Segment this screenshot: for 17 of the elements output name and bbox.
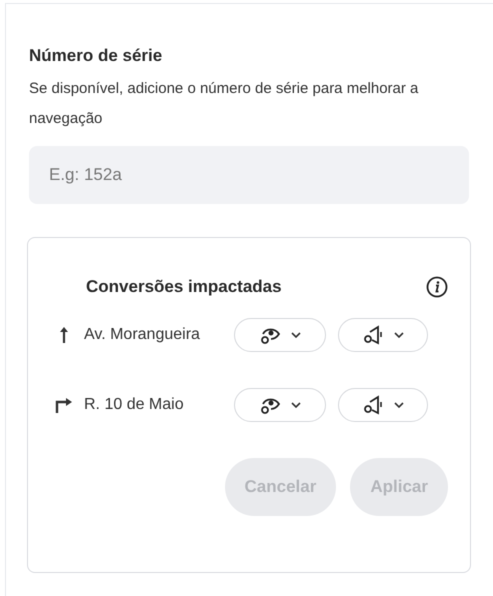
serial-number-field[interactable]: E.g: 152a bbox=[29, 146, 469, 204]
turn-right-icon bbox=[55, 397, 73, 413]
chevron-down-icon bbox=[394, 402, 404, 408]
visibility-dropdown[interactable] bbox=[234, 318, 326, 352]
street-name: Av. Morangueira bbox=[84, 326, 201, 344]
visibility-dropdown[interactable] bbox=[234, 388, 326, 422]
info-icon[interactable] bbox=[426, 276, 448, 298]
street-name: R. 10 de Maio bbox=[84, 396, 185, 414]
arrow-up-icon bbox=[58, 326, 70, 344]
sound-dropdown[interactable] bbox=[338, 318, 428, 352]
section-description: Se disponível, adicione o número de série para melhorar a navegação bbox=[29, 79, 420, 129]
chevron-down-icon bbox=[291, 402, 301, 408]
chevron-down-icon bbox=[291, 332, 301, 338]
chevron-down-icon bbox=[394, 332, 404, 338]
card-title: Conversões impactadas bbox=[86, 277, 282, 297]
section-title: Número de série bbox=[29, 46, 164, 66]
sound-dropdown[interactable] bbox=[338, 388, 428, 422]
